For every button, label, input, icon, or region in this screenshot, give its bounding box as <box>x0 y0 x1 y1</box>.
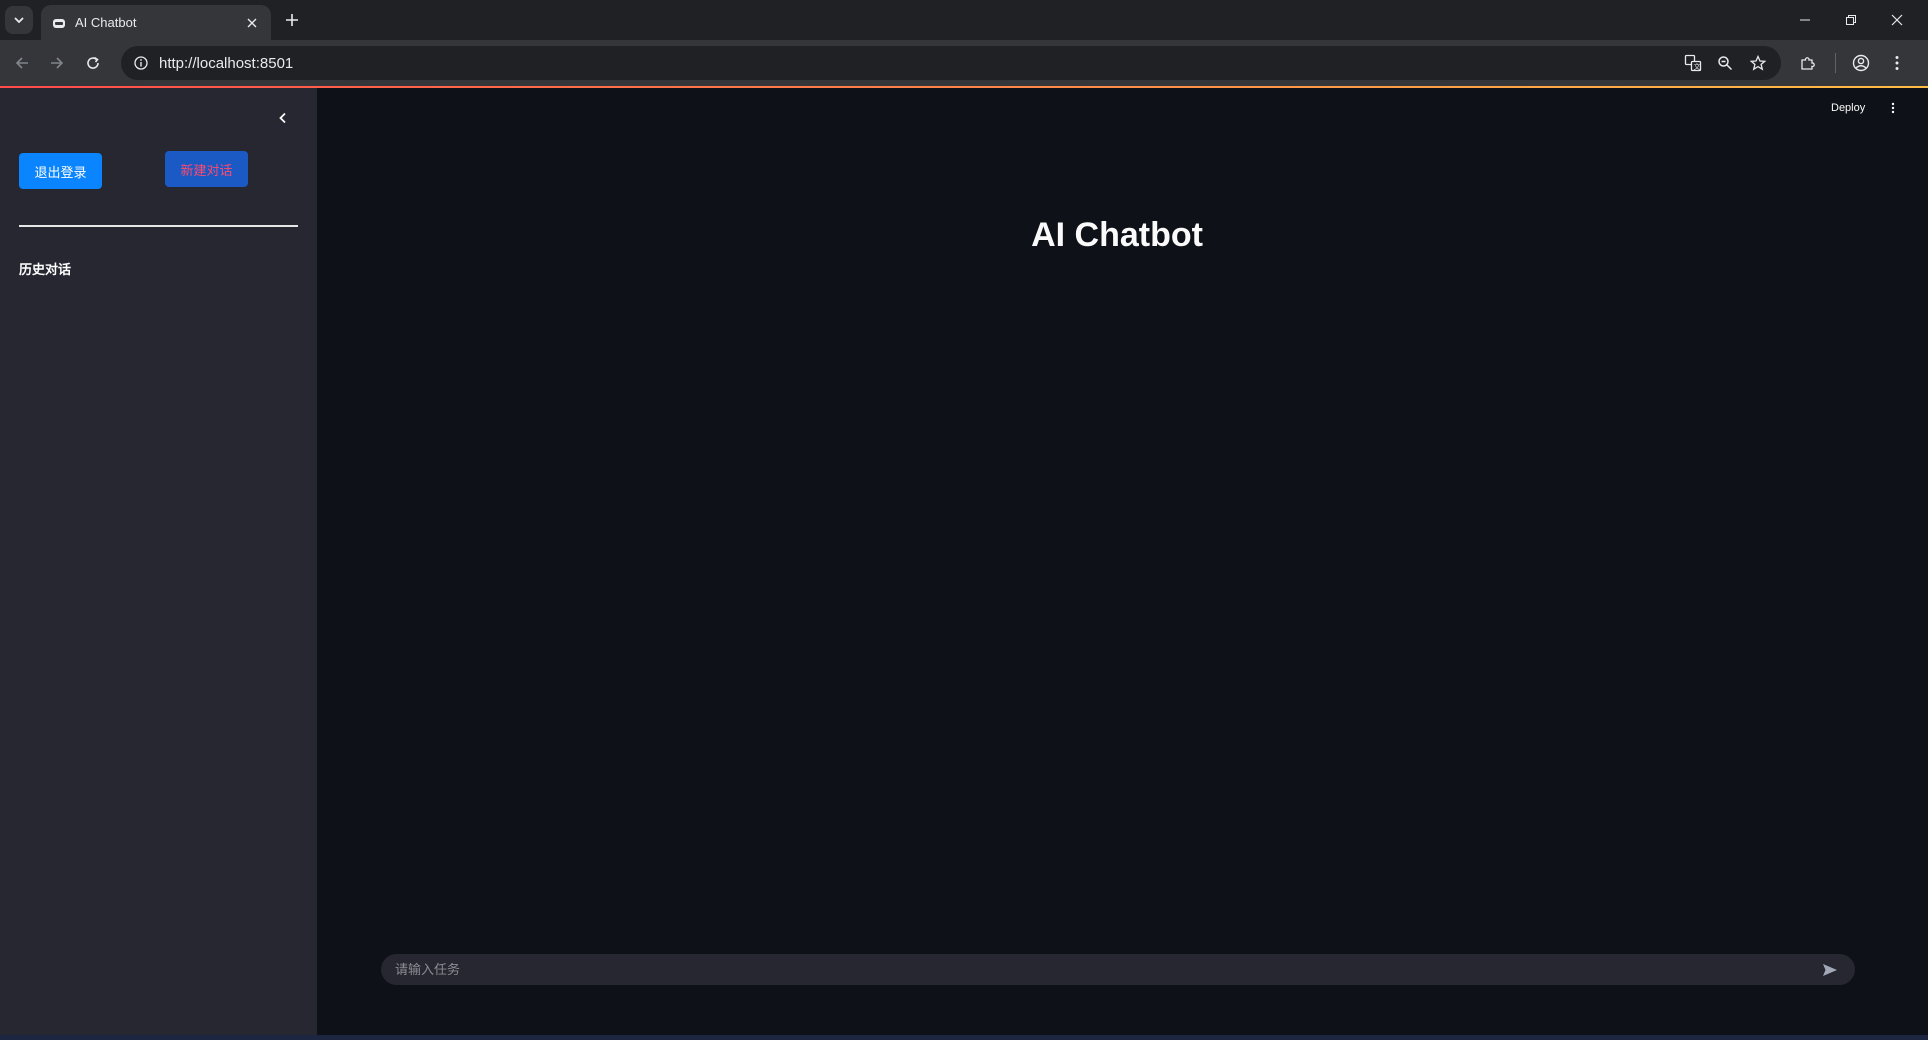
star-icon <box>1750 55 1766 71</box>
chat-input-bar <box>381 954 1855 985</box>
back-button[interactable] <box>10 51 34 75</box>
logout-button[interactable]: 退出登录 <box>19 153 102 189</box>
kebab-icon <box>1895 56 1899 70</box>
restore-icon <box>1846 15 1856 25</box>
deploy-button[interactable]: Deploy <box>1831 102 1865 114</box>
translate-button[interactable]: 文 <box>1680 50 1706 76</box>
sidebar-divider <box>19 225 298 227</box>
send-icon <box>1823 963 1837 976</box>
close-icon <box>1891 14 1903 26</box>
url-text[interactable]: http://localhost:8501 <box>159 55 293 72</box>
arrow-left-icon <box>15 57 28 69</box>
extensions-button[interactable] <box>1795 50 1821 76</box>
arrow-right-icon <box>51 57 64 69</box>
close-icon[interactable] <box>243 14 261 32</box>
chevron-left-icon <box>279 112 286 124</box>
bot-icon <box>51 15 67 31</box>
browser-toolbar: http://localhost:8501 文 <box>0 40 1928 86</box>
send-button[interactable] <box>1819 959 1841 981</box>
minimize-icon <box>1800 19 1810 21</box>
browser-titlebar: AI Chatbot <box>0 0 1928 40</box>
bookmark-button[interactable] <box>1745 50 1771 76</box>
history-heading: 历史对话 <box>19 262 72 277</box>
streamlit-app: 退出登录 新建对话 历史对话 Deploy AI Chatbot <box>0 86 1928 1035</box>
profile-button[interactable] <box>1848 50 1874 76</box>
puzzle-icon <box>1801 57 1815 70</box>
toolbar-divider <box>1835 53 1836 73</box>
close-window-button[interactable] <box>1874 0 1920 40</box>
plus-icon <box>286 14 298 26</box>
chat-input[interactable] <box>395 962 1819 977</box>
info-icon[interactable] <box>133 55 149 71</box>
new-chat-button[interactable]: 新建对话 <box>165 151 248 187</box>
kebab-icon <box>1891 102 1895 114</box>
sidebar-collapse-button[interactable] <box>273 108 293 128</box>
translate-icon: 文 <box>1684 54 1702 72</box>
chevron-down-icon <box>14 17 24 24</box>
browser-menu-button[interactable] <box>1884 50 1910 76</box>
account-icon <box>1852 54 1870 72</box>
tab-search-button[interactable] <box>5 6 33 34</box>
minimize-button[interactable] <box>1782 0 1828 40</box>
sidebar: 退出登录 新建对话 历史对话 <box>0 88 317 1035</box>
page-title: AI Chatbot <box>1031 216 1203 254</box>
restore-button[interactable] <box>1828 0 1874 40</box>
svg-text:文: 文 <box>1694 62 1701 71</box>
reload-button[interactable] <box>81 51 105 75</box>
reload-icon <box>87 56 99 69</box>
zoom-out-icon <box>1718 56 1733 71</box>
zoom-button[interactable] <box>1712 50 1738 76</box>
new-tab-button[interactable] <box>280 8 304 32</box>
taskbar-edge <box>0 1035 1928 1040</box>
browser-tab[interactable]: AI Chatbot <box>41 5 271 40</box>
forward-button[interactable] <box>45 51 69 75</box>
address-bar[interactable]: http://localhost:8501 <box>121 46 1781 80</box>
main-menu-button[interactable] <box>1885 100 1901 116</box>
main-content: Deploy AI Chatbot <box>317 88 1928 1035</box>
tab-title: AI Chatbot <box>75 15 137 30</box>
